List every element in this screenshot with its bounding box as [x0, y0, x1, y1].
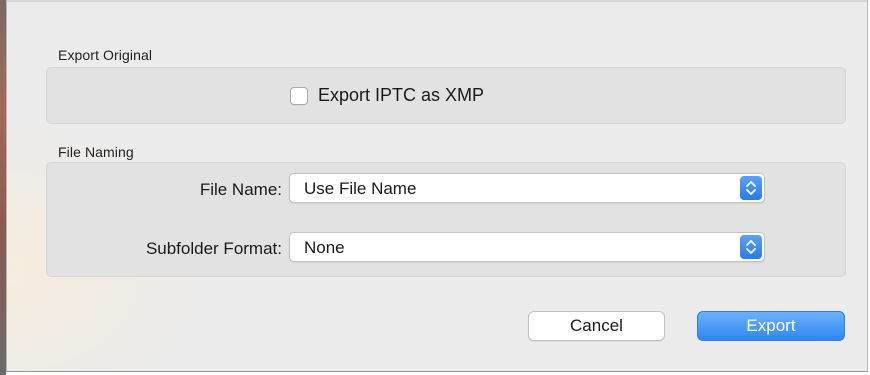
subfolder-format-label: Subfolder Format: [145, 239, 282, 258]
up-down-chevron-icon[interactable] [740, 235, 762, 259]
export-iptc-label[interactable]: Export IPTC as XMP [318, 85, 484, 106]
export-iptc-checkbox-row[interactable]: Export IPTC as XMP [290, 85, 484, 106]
subfolder-format-popup[interactable]: None [289, 232, 765, 262]
up-down-chevron-icon[interactable] [740, 176, 762, 200]
export-iptc-checkbox[interactable] [290, 86, 308, 105]
export-original-group: Export IPTC as XMP [46, 67, 846, 124]
file-naming-title: File Naming [58, 144, 134, 160]
file-name-label: File Name: [199, 180, 282, 199]
dialog-top-edge [7, 0, 867, 2]
export-options-dialog: Export Original Export IPTC as XMP File … [6, 0, 868, 372]
cancel-button[interactable]: Cancel [528, 311, 665, 341]
export-original-title: Export Original [58, 47, 153, 63]
file-name-value: Use File Name [304, 179, 417, 198]
subfolder-format-value: None [304, 238, 345, 257]
file-naming-group: File Name: Use File Name Subfolder Forma… [46, 162, 846, 277]
export-button[interactable]: Export [697, 311, 845, 341]
file-name-popup[interactable]: Use File Name [289, 173, 765, 203]
